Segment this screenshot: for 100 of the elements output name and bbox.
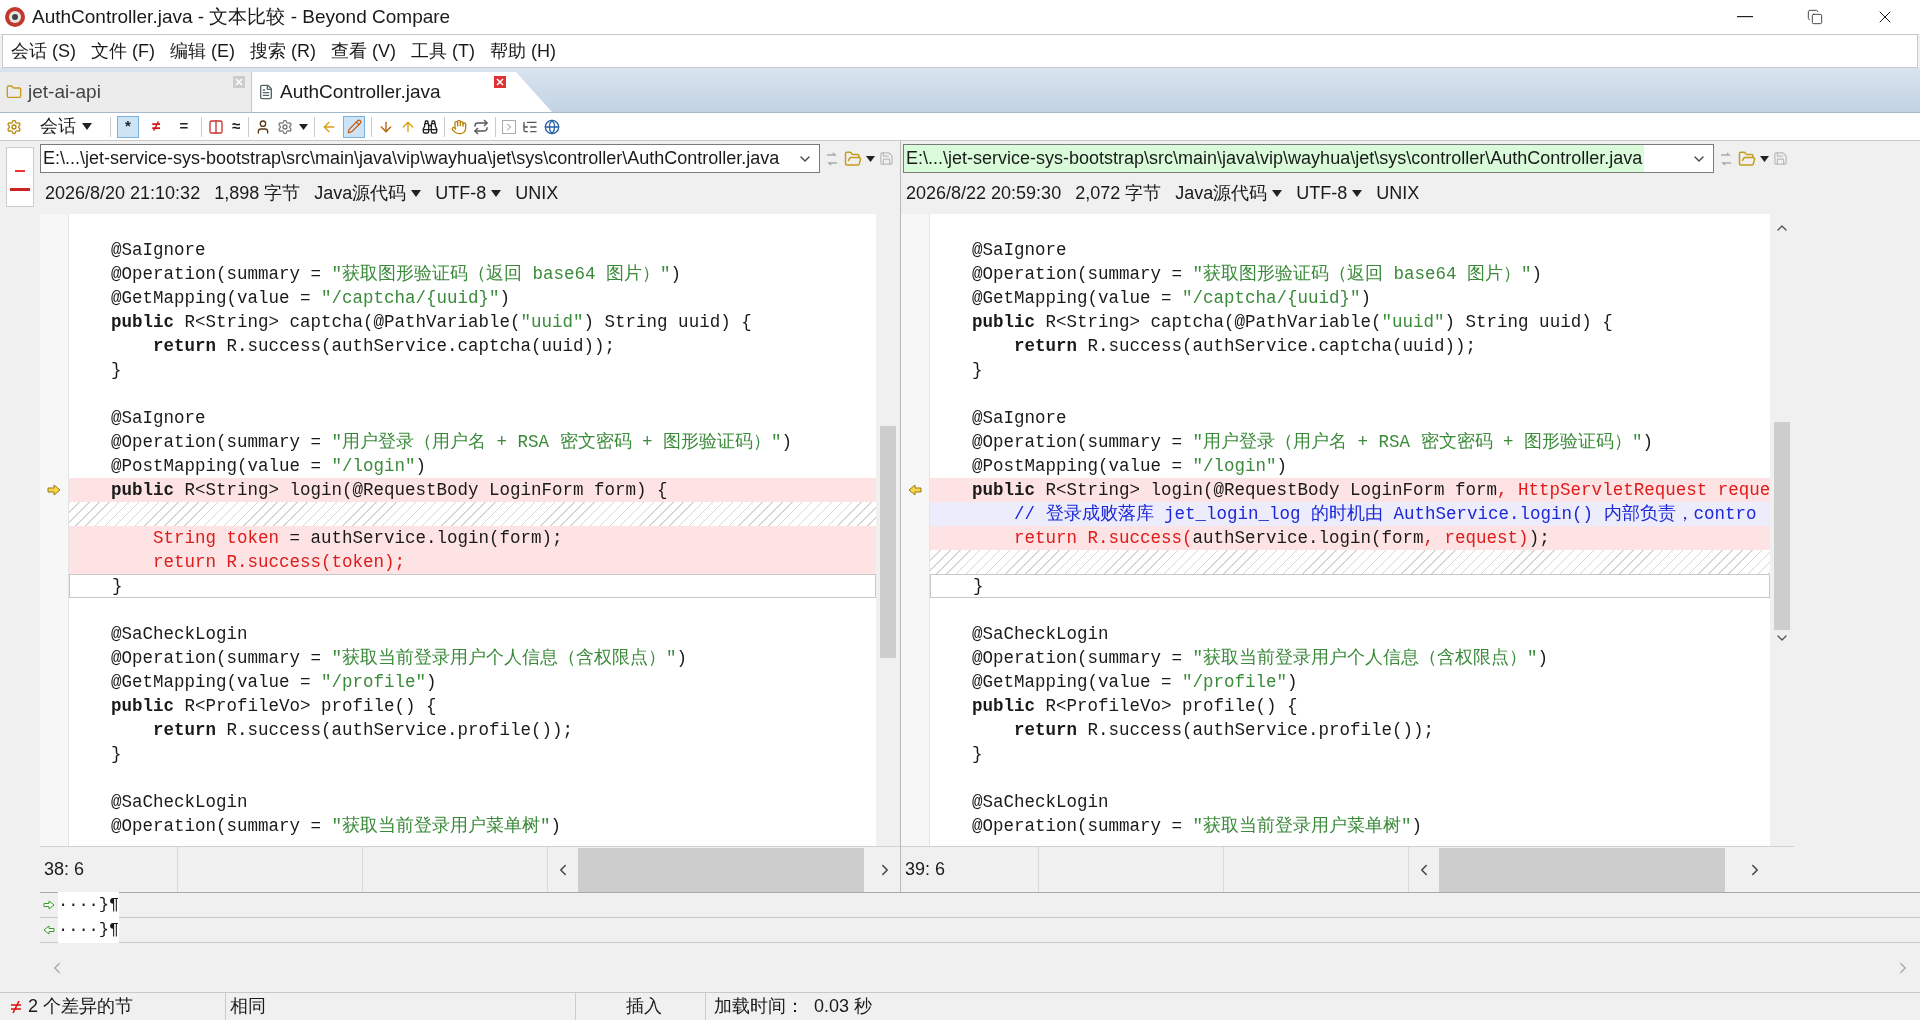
code-token: public [971, 310, 1036, 334]
menu-item[interactable]: 工具 (T) [411, 37, 475, 65]
path-field[interactable]: E:\...\jet-service-sys-bootstrap\src\main\java\vip\wayhua\jet\sys\controller\AuthController.java [903, 144, 1715, 173]
right-arrow-icon [43, 900, 55, 910]
code-token: public [110, 310, 175, 334]
code-token: @SaIgnore [971, 406, 1067, 430]
load-time: 加载时间： 0.03 秒 [705, 993, 873, 1020]
code-token: ) String uuid) { [583, 310, 752, 334]
code-token: "获取图形验证码（返回 base64 图片）" [1192, 262, 1532, 286]
encoding-dropdown[interactable]: UTF-8 [435, 180, 502, 207]
edit-toggle[interactable] [343, 115, 366, 138]
code-token: } [972, 574, 984, 598]
file-path: E:\...\jet-service-sys-bootstrap\src\main\java\vip\wayhua\jet\sys\controller\AuthController.java [904, 145, 1645, 172]
code-token: authService.login(form [1192, 526, 1424, 550]
code-token: ) [550, 814, 562, 838]
binoculars-icon[interactable] [422, 118, 439, 135]
scrollbar-thumb[interactable] [880, 426, 896, 658]
code-token: return [1013, 718, 1078, 742]
minimize-icon [1737, 16, 1753, 18]
code-token: "/captcha/{uuid}" [1182, 286, 1361, 310]
code-token: , request) [1423, 526, 1529, 550]
file-date: 2026/8/20 21:10:32 [45, 182, 201, 205]
hand-icon[interactable] [451, 118, 468, 135]
code-token: ) [415, 454, 427, 478]
vertical-scrollbar[interactable] [876, 214, 900, 846]
code-token: return R.success(token); [152, 550, 406, 574]
menu-item[interactable]: 文件 (F) [91, 37, 155, 65]
code-token: @SaIgnore [110, 238, 206, 262]
code-token: @SaIgnore [971, 238, 1067, 262]
menu-item[interactable]: 帮助 (H) [489, 37, 556, 65]
filter-toggle[interactable]: * [117, 115, 139, 138]
scrollbar-thumb[interactable] [1774, 422, 1791, 630]
code-token: "获取图形验证码（返回 base64 图片）" [331, 262, 671, 286]
code-token: public [110, 694, 175, 718]
dropdown-caret-icon [1352, 190, 1363, 197]
compare-icon[interactable] [208, 118, 224, 135]
code-token: "uuid" [520, 310, 584, 334]
tab-close-icon[interactable] [494, 76, 506, 88]
scrollbar-thumb[interactable] [578, 847, 864, 892]
next-icon[interactable] [502, 119, 517, 134]
overview-map[interactable] [6, 147, 34, 207]
document-tab[interactable]: AuthController.java [252, 72, 552, 112]
not-equal-icon [10, 999, 22, 1014]
globe-icon[interactable] [544, 118, 561, 135]
code-token: ) [676, 646, 688, 670]
dropdown-caret-icon[interactable] [299, 123, 309, 130]
tab-label: jet-ai-api [28, 79, 101, 104]
code-token: "/captcha/{uuid}" [321, 286, 500, 310]
code-token: ) [1411, 814, 1423, 838]
code-token: R<String> login(@RequestBody LoginForm form [1044, 478, 1498, 502]
filter-toggle[interactable]: ≠ [145, 115, 167, 138]
code-token: @GetMapping(value = [110, 670, 312, 694]
code-token: ) [781, 430, 793, 454]
code-token: ); [1528, 526, 1550, 550]
left-arrow-icon [908, 484, 922, 496]
gear-icon[interactable] [277, 118, 294, 135]
code-token: public [971, 478, 1036, 502]
menu-item[interactable]: 编辑 (E) [170, 37, 235, 65]
format-dropdown[interactable]: Java源代码 [1175, 180, 1283, 207]
code-token: @Operation(summary = [110, 646, 323, 670]
line-ending: UNIX [515, 182, 559, 205]
code-token: ) String uuid) { [1444, 310, 1613, 334]
code-token: "uuid" [1381, 310, 1445, 334]
code-token: R.success(authService.profile()); [225, 718, 574, 742]
encoding-dropdown[interactable]: UTF-8 [1296, 180, 1363, 207]
similar-toggle[interactable]: ≈ [230, 115, 243, 138]
code-token: @SaCheckLogin [110, 622, 248, 646]
code-token: @Operation(summary = [110, 814, 323, 838]
session-dropdown[interactable]: 会话 [28, 113, 104, 140]
code-token: return R.success( [1013, 526, 1193, 550]
code-token: ) [499, 286, 511, 310]
filter-toggle[interactable]: = [173, 115, 195, 138]
code-token: @PostMapping(value = [971, 454, 1184, 478]
dropdown-caret-icon[interactable] [866, 155, 875, 162]
document-tab[interactable]: jet-ai-api [0, 72, 252, 112]
menu-item[interactable]: 会话 (S) [11, 37, 76, 65]
format-dropdown[interactable]: Java源代码 [314, 180, 422, 207]
code-token: R.success(authService.captcha(uuid)); [225, 334, 616, 358]
code-token: R<String> captcha(@PathVariable( [183, 310, 521, 334]
code-token: "获取当前登录用户菜单树" [331, 814, 551, 838]
session-icon[interactable] [6, 118, 22, 135]
code-token: @GetMapping(value = [971, 670, 1173, 694]
code-token: // 登录成败落库 jet_login_log 的时机由 AuthService.login() 内部负责，contro [1013, 502, 1757, 526]
code-token: return [152, 718, 217, 742]
code-token: ) [426, 670, 437, 694]
file-size: 2,072 字节 [1075, 182, 1162, 205]
code-token: = authService.login(form); [288, 526, 563, 550]
code-token: ) [670, 262, 682, 286]
code-token: "获取当前登录用户菜单树" [1192, 814, 1412, 838]
dropdown-caret-icon[interactable] [1760, 155, 1770, 162]
dropdown-caret-icon [411, 190, 422, 197]
menu-item[interactable]: 搜索 (R) [250, 37, 316, 65]
code-token: @SaCheckLogin [110, 790, 248, 814]
scrollbar-thumb[interactable] [1439, 847, 1725, 892]
menu-item[interactable]: 查看 (V) [331, 37, 396, 65]
code-token: public [971, 694, 1036, 718]
code-token: R<ProfileVo> profile() { [1044, 694, 1298, 718]
code-token: } [971, 742, 983, 766]
swap-icon[interactable] [473, 118, 490, 135]
code-token: @Operation(summary = [971, 646, 1184, 670]
